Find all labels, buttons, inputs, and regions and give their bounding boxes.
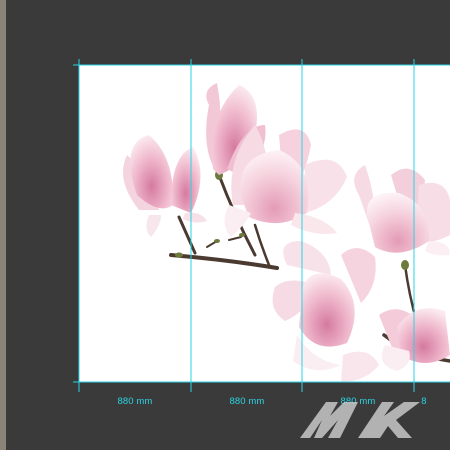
document-canvas[interactable]: [79, 65, 450, 382]
magnolia-artwork: [123, 83, 450, 382]
blossom-bottom: [272, 241, 379, 382]
mk-logo-icon: [300, 402, 420, 438]
blossom-right-upper: [354, 165, 450, 256]
blossom-left: [123, 135, 207, 237]
workspace-left-edge: [0, 0, 6, 450]
panel-width-label-1: 880 mm: [117, 396, 153, 407]
blossom-bottom-right: [379, 308, 450, 371]
panel-width-label-2: 880 mm: [229, 396, 265, 407]
